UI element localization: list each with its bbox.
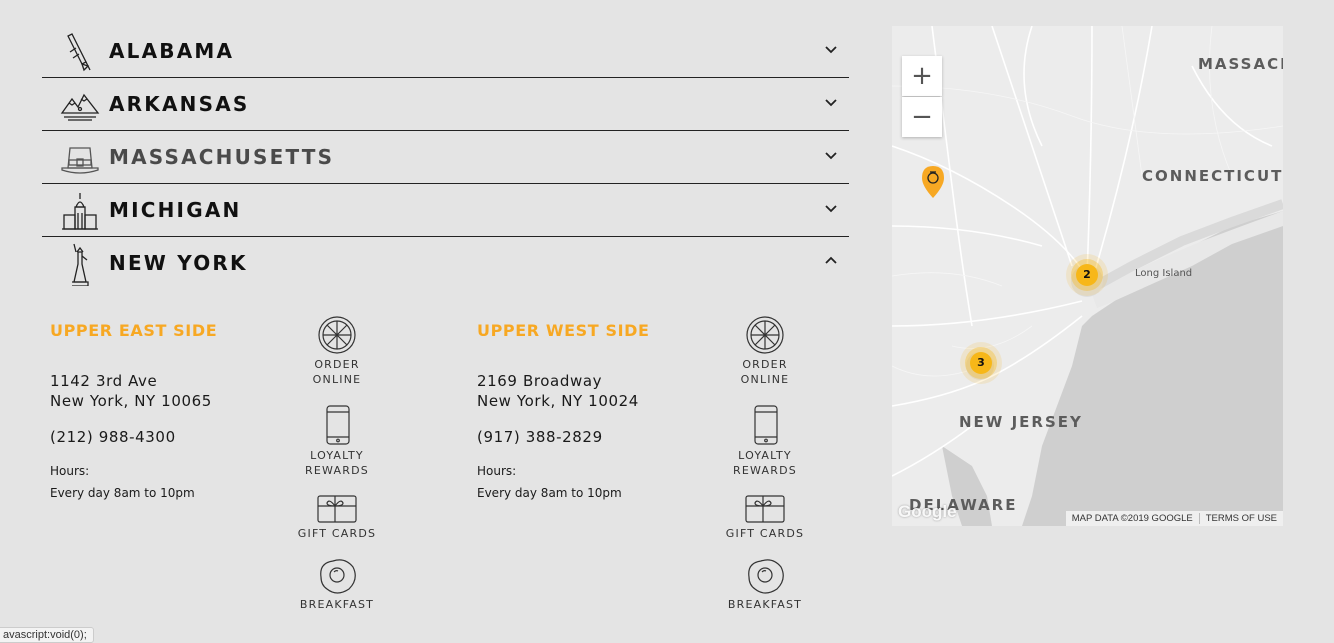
loyalty-label-1: LOYALTY xyxy=(310,449,364,462)
pizza-icon xyxy=(746,316,784,354)
breakfast-button[interactable]: BREAKFAST xyxy=(720,557,810,612)
breakfast-label: BREAKFAST xyxy=(299,598,375,611)
loyalty-rewards-button[interactable]: LOYALTY REWARDS xyxy=(292,404,382,478)
hours-label: Hours: xyxy=(50,464,90,478)
address-line-2: New York, NY 10065 xyxy=(50,392,212,410)
loyalty-label-2: REWARDS xyxy=(733,464,797,477)
accordion-item-new-york[interactable]: NEW YORK xyxy=(42,238,849,290)
gift-cards-button[interactable]: GIFT CARDS xyxy=(720,494,810,541)
gift-card-icon xyxy=(317,495,357,523)
accordion-item-michigan[interactable]: MICHIGAN xyxy=(42,185,849,237)
accordion-item-arkansas[interactable]: ARKANSAS xyxy=(42,79,849,131)
order-online-label-2: ONLINE xyxy=(740,373,790,386)
chevron-down-icon xyxy=(825,152,837,160)
loyalty-label-1: LOYALTY xyxy=(738,449,792,462)
address-line-1: 2169 Broadway xyxy=(477,372,603,390)
map-data-credit: MAP DATA ©2019 GOOGLE xyxy=(1071,513,1193,524)
state-label: MASSACHUSETTS xyxy=(109,145,335,169)
gift-card-icon xyxy=(745,495,785,523)
loyalty-label-2: REWARDS xyxy=(305,464,369,477)
map-cluster-marker[interactable]: 2 xyxy=(1076,264,1098,286)
breakfast-label: BREAKFAST xyxy=(727,598,803,611)
terms-of-use-link[interactable]: TERMS OF USE xyxy=(1206,511,1277,526)
phone-icon xyxy=(326,405,350,445)
gift-cards-label: GIFT CARDS xyxy=(725,527,805,540)
map-label-connecticut: CONNECTICUT xyxy=(1142,167,1283,185)
browser-status-bar: avascript:void(0); xyxy=(0,627,94,643)
hours-value: Every day 8am to 10pm xyxy=(50,486,195,500)
store-map[interactable]: + − MASSACH CONNECTICUT Long Island NEW … xyxy=(892,26,1283,526)
pizza-icon xyxy=(318,316,356,354)
accordion-item-alabama[interactable]: ALABAMA xyxy=(42,26,849,78)
capitol-building-icon xyxy=(60,189,100,233)
fried-egg-icon xyxy=(320,559,356,594)
gift-cards-label: GIFT CARDS xyxy=(297,527,377,540)
map-label-massachusetts: MASSACH xyxy=(1198,55,1283,73)
map-label-new-jersey: NEW JERSEY xyxy=(959,413,1083,431)
state-label: ALABAMA xyxy=(109,39,235,63)
hours-value: Every day 8am to 10pm xyxy=(477,486,622,500)
state-label: MICHIGAN xyxy=(109,198,242,222)
chevron-down-icon xyxy=(825,99,837,107)
phone-icon xyxy=(754,405,778,445)
fried-egg-icon xyxy=(748,559,784,594)
chevron-down-icon xyxy=(825,205,837,213)
phone-number[interactable]: (917) 388-2829 xyxy=(477,427,603,447)
map-label-long-island: Long Island xyxy=(1135,268,1193,279)
accordion-item-massachusetts[interactable]: MASSACHUSETTS xyxy=(42,132,849,184)
state-label: NEW YORK xyxy=(109,251,248,275)
pilgrim-hat-icon xyxy=(60,136,100,180)
order-online-label-1: ORDER xyxy=(314,358,360,371)
phone-number[interactable]: (212) 988-4300 xyxy=(50,427,176,447)
location-name[interactable]: UPPER EAST SIDE xyxy=(50,321,217,340)
breakfast-button[interactable]: BREAKFAST xyxy=(292,557,382,612)
chevron-up-icon xyxy=(825,256,837,264)
order-online-button[interactable]: ORDER ONLINE xyxy=(720,315,810,387)
loyalty-rewards-button[interactable]: LOYALTY REWARDS xyxy=(720,404,810,478)
address-line-2: New York, NY 10024 xyxy=(477,392,639,410)
location-name[interactable]: UPPER WEST SIDE xyxy=(477,321,650,340)
order-online-label-2: ONLINE xyxy=(312,373,362,386)
state-label: ARKANSAS xyxy=(109,92,250,116)
gift-cards-button[interactable]: GIFT CARDS xyxy=(292,494,382,541)
chevron-down-icon xyxy=(825,46,837,54)
address-line-1: 1142 3rd Ave xyxy=(50,372,158,390)
order-online-button[interactable]: ORDER ONLINE xyxy=(292,315,382,387)
order-online-label-1: ORDER xyxy=(742,358,788,371)
zoom-out-button[interactable]: − xyxy=(902,97,942,137)
map-attribution: MAP DATA ©2019 GOOGLE TERMS OF USE xyxy=(1065,511,1283,526)
map-cluster-marker[interactable]: 3 xyxy=(970,352,992,374)
statue-of-liberty-icon xyxy=(60,242,100,287)
mountains-icon xyxy=(60,83,100,127)
rocket-icon xyxy=(60,30,100,74)
google-logo[interactable]: Google xyxy=(898,502,957,522)
zoom-in-button[interactable]: + xyxy=(902,56,942,96)
hours-label: Hours: xyxy=(477,464,517,478)
